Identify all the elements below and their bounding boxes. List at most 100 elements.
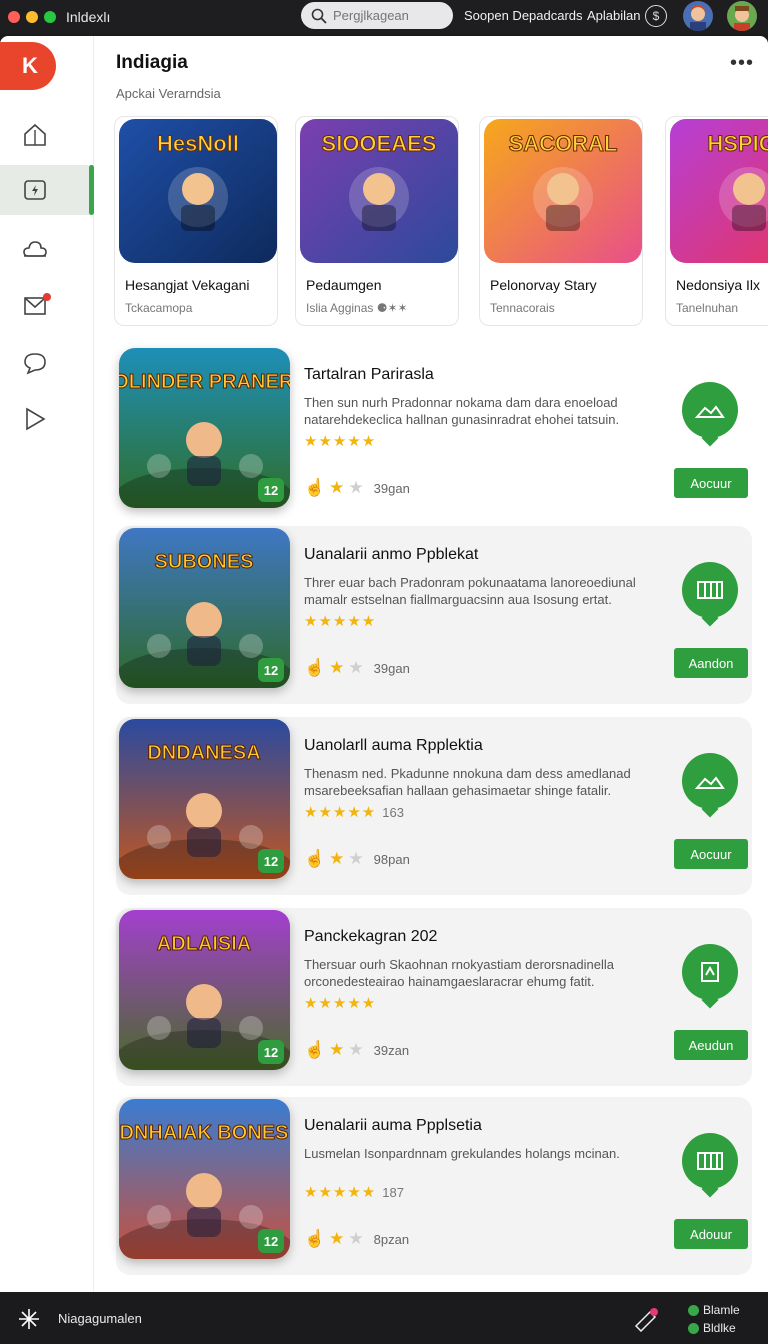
like-icon[interactable]: ☝	[304, 1229, 325, 1249]
book-icon[interactable]	[682, 944, 738, 1000]
app-art[interactable]: ADLAISIA 12	[119, 910, 290, 1070]
app-title: Inldexlı	[66, 9, 111, 25]
install-button[interactable]: Aandon	[674, 648, 748, 678]
sidebar-item-chat[interactable]	[0, 338, 94, 388]
app-meta: ☝ ★ ★ 39gan	[304, 478, 410, 498]
cursor-tool-icon[interactable]	[632, 1306, 662, 1332]
featured-card[interactable]: SACORAL Pelonorvay Stary Tennacorais	[479, 116, 643, 326]
status-label: Bldlke	[703, 1321, 736, 1335]
featured-card[interactable]: HSPIGS Nedonsiya Ilx Tanelnuhan	[665, 116, 768, 326]
install-button[interactable]: Aeudun	[674, 1030, 748, 1060]
svg-text:SIOOEAES: SIOOEAES	[322, 131, 437, 156]
meta-text: 39zan	[373, 1042, 410, 1058]
star-rating: ★★★★★	[304, 432, 382, 450]
sidebar-item-games[interactable]	[0, 165, 94, 215]
featured-subtitle: Tennacorais	[490, 301, 555, 315]
app-title[interactable]: Uanalarii anmo Ppblekat	[304, 546, 478, 564]
search-input[interactable]	[333, 8, 443, 23]
list-item[interactable]: DNDANESA 12 Uanolarll auma Rpplektia The…	[116, 717, 752, 895]
featured-card[interactable]: HesNoll Hesangjat Vekagani Tckacamopa	[114, 116, 278, 326]
window-controls	[8, 11, 56, 23]
app-art[interactable]: TOLINDER PRANERS 12	[119, 348, 290, 508]
play-icon	[26, 407, 46, 431]
like-icon[interactable]: ☝	[304, 658, 325, 678]
svg-text:DNDANESA: DNDANESA	[147, 742, 260, 764]
page-subtitle: Apckai Verarndsia	[116, 86, 221, 101]
app-title[interactable]: Uanolarll auma Rpplektia	[304, 737, 483, 755]
app-description: Then sun nurh Pradonnar nokama dam dara …	[304, 395, 620, 427]
sidebar-item-cloud[interactable]	[0, 224, 94, 274]
search-bar[interactable]	[301, 2, 453, 29]
svg-text:HSPIGS: HSPIGS	[707, 131, 768, 156]
list-item[interactable]: TOLINDER PRANERS 12 Tartalran Parirasla …	[116, 346, 752, 524]
star-empty-icon: ★	[348, 849, 364, 868]
featured-card[interactable]: SIOOEAES Pedaumgen Islia Agginas ⚈✶✶	[295, 116, 459, 326]
sparkle-icon[interactable]	[18, 1308, 40, 1330]
star-empty-icon: ★	[348, 1229, 364, 1248]
rating-count: 163	[382, 805, 404, 820]
featured-app-art[interactable]: SACORAL	[484, 119, 642, 263]
close-window-button[interactable]	[8, 11, 20, 23]
app-description: Thersuar ourh Skaohnan rnokyastiam deror…	[304, 957, 615, 989]
install-button[interactable]: Aocuur	[674, 839, 748, 869]
app-art[interactable]: DNDANESA 12	[119, 719, 290, 879]
install-button[interactable]: Aocuur	[674, 468, 748, 498]
featured-app-art[interactable]: HesNoll	[119, 119, 277, 263]
list-item[interactable]: SUBONES 12 Uanalarii anmo Ppblekat Threr…	[116, 526, 752, 704]
install-button[interactable]: Adouur	[674, 1219, 748, 1249]
app-description: Lusmelan Isonpardnnam grekulandes holang…	[304, 1146, 620, 1161]
star-rating: ★★★★★	[304, 612, 382, 630]
landscape-icon[interactable]	[682, 753, 738, 809]
star-empty-icon: ★	[348, 478, 364, 497]
app-logo[interactable]: K	[0, 42, 56, 90]
map-icon[interactable]	[682, 562, 738, 618]
featured-title: Nedonsiya Ilx	[676, 277, 761, 293]
featured-title: Pelonorvay Stary	[490, 277, 597, 293]
map-icon[interactable]	[682, 1133, 738, 1189]
svg-text:HesNoll: HesNoll	[157, 131, 239, 156]
star-icon: ★	[329, 478, 345, 497]
list-item[interactable]: DNHAIAK BONES 12 Uenalarii auma Ppplseti…	[116, 1097, 752, 1275]
meta-text: 39gan	[373, 480, 410, 496]
status-item-2: Bldlke	[688, 1321, 736, 1335]
app-art[interactable]: SUBONES 12	[119, 528, 290, 688]
page-title: Indiagia	[116, 52, 188, 73]
list-item[interactable]: ADLAISIA 12 Panckekagran 202 Thersuar ou…	[116, 908, 752, 1086]
sidebar-item-home[interactable]	[0, 110, 94, 160]
app-title[interactable]: Tartalran Parirasla	[304, 366, 434, 384]
stars: ★★★★★	[304, 1184, 377, 1201]
avatar[interactable]	[683, 1, 713, 31]
maximize-window-button[interactable]	[44, 11, 56, 23]
featured-subtitle: Tanelnuhan	[676, 301, 739, 315]
search-icon	[311, 8, 327, 24]
nav-link-deparcards[interactable]: Soopen Depadcards	[464, 8, 583, 23]
dollar-circle-icon[interactable]: $	[645, 5, 667, 27]
games-icon	[24, 180, 46, 200]
featured-app-art[interactable]: HSPIGS	[670, 119, 768, 263]
app-meta: ☝ ★ ★ 98pan	[304, 849, 410, 869]
age-rating-badge: 12	[258, 849, 284, 873]
sidebar: K	[0, 36, 94, 1292]
like-icon[interactable]: ☝	[304, 1040, 325, 1060]
landscape-icon[interactable]	[682, 382, 738, 438]
age-rating-badge: 12	[258, 658, 284, 682]
more-options-icon[interactable]: •••	[730, 52, 754, 75]
sidebar-item-mail[interactable]	[0, 280, 94, 330]
star-rating: ★★★★★ 163	[304, 803, 404, 821]
minimize-window-button[interactable]	[26, 11, 38, 23]
sidebar-item-play[interactable]	[0, 394, 94, 444]
star-icon: ★	[329, 1040, 345, 1059]
nav-link-aplabilan[interactable]: Aplabilan	[587, 8, 641, 23]
main-window: K Indiagia Apckai Verarndsia ••• HesNoll…	[0, 36, 768, 1292]
like-icon[interactable]: ☝	[304, 849, 325, 869]
title-bar: Inldexlı Soopen Depadcards Aplabilan $	[0, 0, 768, 34]
avatar-secondary[interactable]	[727, 1, 757, 31]
featured-app-art[interactable]: SIOOEAES	[300, 119, 458, 263]
like-icon[interactable]: ☝	[304, 478, 325, 498]
app-title[interactable]: Panckekagran 202	[304, 928, 437, 946]
chat-icon	[24, 353, 46, 375]
app-meta: ☝ ★ ★ 8pzan	[304, 1229, 409, 1249]
app-art[interactable]: DNHAIAK BONES 12	[119, 1099, 290, 1259]
app-title[interactable]: Uenalarii auma Ppplsetia	[304, 1117, 482, 1135]
age-rating-badge: 12	[258, 1040, 284, 1064]
